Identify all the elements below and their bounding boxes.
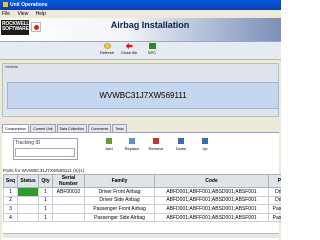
parts-caption: Parts for WVWBC31J7XW569111 (6)(1) — [3, 168, 85, 173]
menu-view[interactable]: View — [17, 11, 28, 17]
replace-label: Replace — [124, 146, 140, 151]
menu-file[interactable]: File — [2, 11, 10, 17]
cell-status — [17, 195, 39, 206]
up-label: Up — [202, 146, 208, 151]
cell-qty: 1 — [38, 204, 53, 214]
cell-code: ABFD001;ABFF001;ABSD001;ABSF001 — [154, 195, 269, 206]
status-indicator — [17, 187, 39, 197]
arrow-left-icon — [125, 43, 133, 49]
cell-seq: 4 — [3, 212, 18, 223]
cell-code: ABFD001;ABFF001;ABSD001;ABSF001 — [154, 212, 269, 223]
up-button[interactable]: Up — [194, 138, 216, 151]
vehicle-label: Vehicle — [5, 64, 18, 69]
cell-seq: 1 — [3, 187, 18, 197]
refresh-icon — [103, 43, 111, 49]
page-title: Airbag Installation — [110, 20, 190, 30]
refresh-label: Refresh — [99, 50, 114, 55]
app-icon — [3, 2, 8, 8]
table-row[interactable]: 3 1 Passenger Front Airbag ABFD001;ABFF0… — [3, 204, 281, 214]
replace-icon — [129, 138, 135, 144]
cell-serial: ABF00010 — [52, 187, 85, 197]
col-qty[interactable]: Qty — [38, 174, 53, 188]
menu-help[interactable]: Help — [36, 11, 46, 17]
table-header: Seq Status Qty Serial Number Family Code… — [3, 174, 281, 188]
cell-po: Passen — [268, 212, 281, 223]
col-family[interactable]: Family — [84, 174, 155, 188]
col-status[interactable]: Status — [17, 174, 39, 188]
tab-tests[interactable]: Tests — [112, 124, 127, 132]
col-seq[interactable]: Seq — [3, 174, 18, 188]
cell-family: Passenger Side Airbag — [84, 212, 155, 223]
cell-code: ABFD001;ABFF001;ABSD001;ABSF001 — [154, 204, 269, 214]
menu-bar: File View Help — [0, 10, 281, 18]
horizontal-scrollbar[interactable] — [3, 233, 279, 238]
tracking-id-input[interactable] — [15, 148, 75, 157]
rockwell-logo: ROCKWELL SOFTWARE — [1, 20, 29, 35]
cell-qty: 1 — [38, 187, 53, 197]
spc-icon — [148, 43, 156, 49]
table-row[interactable]: 4 1 Passenger Side Airbag ABFD001;ABFF00… — [3, 212, 281, 223]
down-icon — [178, 138, 184, 144]
replace-button[interactable]: Replace — [121, 138, 143, 151]
remove-label: Remove — [148, 146, 164, 151]
close-file-label: Close file — [120, 50, 138, 55]
table-row[interactable]: 1 1 ABF00010 Driver Front Airbag ABFD001… — [3, 187, 281, 197]
down-button[interactable]: Down — [170, 138, 192, 151]
cell-family: Driver Side Airbag — [84, 195, 155, 206]
tab-comments[interactable]: Comments — [87, 124, 112, 132]
col-po[interactable]: Po — [268, 174, 281, 188]
up-icon — [202, 138, 208, 144]
cell-serial — [52, 195, 85, 206]
title-bar: Unit Operations — [0, 0, 281, 10]
add-icon — [106, 138, 112, 144]
tab-strip: Consumption Current Unit Data Collection… — [2, 124, 128, 132]
cell-code: ABFD001;ABFF001;ABSD001;ABSF001 — [154, 187, 269, 197]
parts-table: Seq Status Qty Serial Number Family Code… — [3, 174, 281, 223]
cell-family: Passenger Front Airbag — [84, 204, 155, 214]
tracking-label: Tracking ID — [15, 140, 41, 146]
tab-current-unit[interactable]: Current Unit — [30, 124, 56, 132]
window-title: Unit Operations — [10, 2, 48, 8]
cell-status — [17, 212, 39, 223]
table-row[interactable]: 2 1 Driver Side Airbag ABFD001;ABFF001;A… — [3, 195, 281, 206]
cell-serial — [52, 204, 85, 214]
cell-qty: 1 — [38, 195, 53, 206]
spc-button[interactable]: SPC — [141, 43, 163, 55]
spc-label: SPC — [147, 50, 157, 55]
cell-status — [17, 204, 39, 214]
cell-seq: 3 — [3, 204, 18, 214]
cell-po: Drive — [268, 195, 281, 206]
close-file-button[interactable]: Close file — [118, 43, 140, 55]
unit-operations-window: Unit Operations File View Help ROCKWELL … — [0, 0, 281, 240]
add-label: Add — [105, 146, 113, 151]
add-button[interactable]: Add — [98, 138, 120, 151]
cell-po: Drive — [268, 187, 281, 197]
tab-data-collection[interactable]: Data Collection — [56, 124, 87, 132]
vin-value: WVWBC31J7XW569111 — [99, 91, 187, 100]
badge-icon — [31, 22, 41, 32]
cell-qty: 1 — [38, 212, 53, 223]
cell-seq: 2 — [3, 195, 18, 206]
down-label: Down — [175, 146, 187, 151]
remove-button[interactable]: Remove — [145, 138, 167, 151]
tab-consumption[interactable]: Consumption — [2, 124, 30, 132]
refresh-button[interactable]: Refresh — [96, 43, 118, 55]
col-serial[interactable]: Serial Number — [52, 174, 85, 188]
cell-family: Driver Front Airbag — [84, 187, 155, 197]
cell-po: Passen — [268, 204, 281, 214]
cell-serial — [52, 212, 85, 223]
col-code[interactable]: Code — [154, 174, 269, 188]
remove-icon — [153, 138, 159, 144]
